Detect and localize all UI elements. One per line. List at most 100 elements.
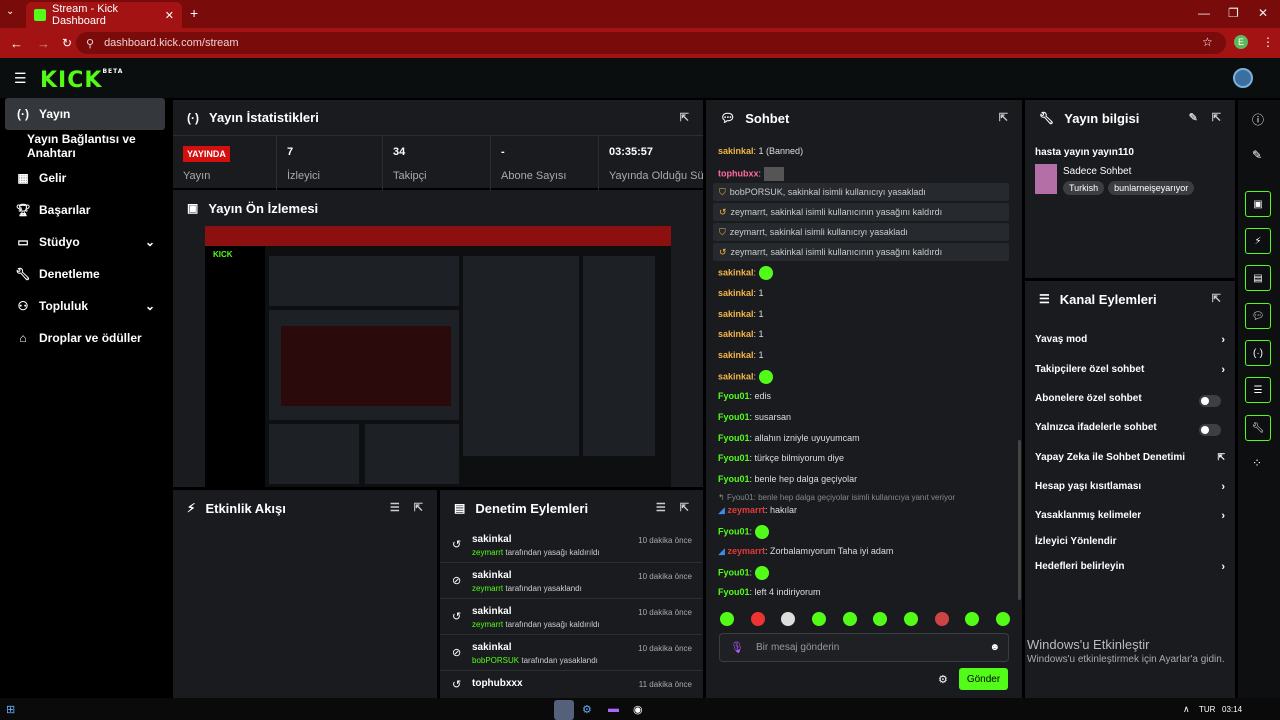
sidebar-item-yayin[interactable]: (·) Yayın <box>5 98 165 130</box>
new-tab-icon[interactable]: + <box>190 5 198 21</box>
user-avatar[interactable] <box>1233 68 1253 88</box>
emote-icon[interactable] <box>720 612 734 626</box>
site-info-icon[interactable]: ⚲ <box>86 37 94 50</box>
rail-lightning-icon[interactable]: ⚡︎ <box>1245 228 1271 254</box>
action-raid[interactable]: İzleyici Yönlendir <box>1035 536 1225 552</box>
url-field[interactable]: ⚲ dashboard.kick.com/stream <box>76 32 1226 54</box>
category-name[interactable]: Sadece Sohbet <box>1063 166 1131 177</box>
live-badge: YAYINDA <box>183 146 230 162</box>
chat-message: sakinkal: 1 <box>718 329 764 339</box>
browser-tab[interactable]: Stream - Kick Dashboard ✕ <box>26 2 182 28</box>
sidebar-item-droplar[interactable]: ⌂ Droplar ve ödüller <box>5 322 165 354</box>
action-slow-mode[interactable]: Yavaş mod › <box>1035 334 1225 350</box>
microphone-icon[interactable]: 🎙︎ <box>730 641 744 654</box>
stream-preview-video[interactable]: KICK <box>205 226 671 487</box>
emote-icon[interactable] <box>781 612 796 626</box>
tag-chip[interactable]: Turkish <box>1063 181 1105 195</box>
emote-icon[interactable] <box>842 612 857 626</box>
rail-broadcast-icon[interactable]: (·) <box>1245 340 1271 366</box>
sidebar-item-denetleme[interactable]: 🔧︎ Denetleme <box>5 258 165 290</box>
popout-icon[interactable]: ⇱ <box>414 501 423 514</box>
popout-icon[interactable]: ⇱ <box>680 111 689 124</box>
action-set-goals[interactable]: Hedefleri belirleyin › <box>1035 561 1225 577</box>
filter-icon[interactable]: ☰ <box>656 501 666 514</box>
rail-wrench-icon[interactable]: 🔧︎ <box>1245 415 1271 441</box>
popout-icon[interactable]: ⇱ <box>1212 292 1221 305</box>
viewer-count: 7 <box>287 146 294 158</box>
rail-screen-icon[interactable]: ▣ <box>1245 191 1271 217</box>
toggle-switch[interactable] <box>1199 395 1221 407</box>
rail-sliders-icon[interactable]: ☰ <box>1245 377 1271 403</box>
action-ai-moderation[interactable]: Yapay Zeka ile Sohbet Denetimi ⇱ <box>1035 452 1225 468</box>
emote-icon[interactable] <box>903 612 918 626</box>
chat-input[interactable]: 🎙︎ Bir mesaj gönderin ☻ <box>719 633 1009 662</box>
audit-row[interactable]: ↺ sakinkal zeymarrt tarafından yasağı kald… <box>440 600 702 635</box>
emote-icon[interactable] <box>965 612 980 626</box>
sidebar-item-gelir[interactable]: ▦ Gelir <box>5 162 165 194</box>
toggle-switch[interactable] <box>1199 424 1221 436</box>
taskbar-obs-icon[interactable]: ◉ <box>633 703 643 716</box>
action-emotes-only[interactable]: Yalnızca ifadelerle sohbet <box>1035 422 1225 438</box>
sidebar-item-topluluk[interactable]: ⚇ Topluluk ⌄ <box>5 290 165 322</box>
tab-search-icon[interactable]: ⌄ <box>6 6 14 17</box>
layout-icon[interactable]: ⁘ <box>1252 456 1262 470</box>
forward-icon[interactable]: → <box>37 36 50 51</box>
rail-document-icon[interactable]: ▤ <box>1245 265 1271 291</box>
emote-icon[interactable] <box>750 612 765 626</box>
edit-pencil-icon[interactable]: ✎ <box>1189 111 1198 124</box>
chevron-right-icon: › <box>1221 510 1225 522</box>
audit-row[interactable]: ↺ sakinkal zeymarrt tarafından yasağı kald… <box>440 528 702 563</box>
emote-icon[interactable] <box>873 612 888 626</box>
emote-icon[interactable] <box>934 612 949 626</box>
chat-scrollbar[interactable] <box>1018 440 1021 600</box>
edit-pencil-icon[interactable]: ✎ <box>1252 148 1262 162</box>
kick-logo[interactable]: KICKBETA <box>40 68 123 93</box>
rail-chat-icon[interactable]: 💬︎ <box>1245 303 1271 329</box>
emoji-icon[interactable]: ☻ <box>989 642 1000 653</box>
audit-row[interactable]: ↺ tophubxxx 11 dakika önce <box>440 672 702 696</box>
popout-icon[interactable]: ⇱ <box>999 111 1008 124</box>
audit-row[interactable]: ⊘ sakinkal zeymarrt tarafından yasaklandı 1… <box>440 564 702 599</box>
close-tab-icon[interactable]: ✕ <box>165 9 174 22</box>
emote-icon[interactable] <box>995 612 1010 626</box>
popout-icon[interactable]: ⇱ <box>1212 111 1221 124</box>
close-window-icon[interactable]: ✕ <box>1258 6 1268 20</box>
audit-title: Denetim Eylemleri <box>475 500 589 516</box>
mod-notice: ⛉ zeymarrt, sakinkal isimli kullanıcıyı y… <box>713 223 1009 241</box>
taskbar-twitch-icon[interactable]: ▬ <box>608 703 619 715</box>
filter-icon[interactable]: ☰ <box>390 501 400 514</box>
reload-icon[interactable]: ↻ <box>62 36 72 50</box>
sidebar-item-stream-key[interactable]: Yayın Bağlantısı ve Anahtarı <box>5 130 165 162</box>
sidebar-item-basarilar[interactable]: 🏆︎ Başarılar <box>5 194 165 226</box>
taskbar-browser-icon[interactable] <box>554 700 574 720</box>
chevron-right-icon: › <box>1221 561 1225 573</box>
restore-icon[interactable]: ❐ <box>1228 6 1239 20</box>
document-icon: ▤ <box>454 501 466 515</box>
language-indicator[interactable]: TUR <box>1199 705 1215 714</box>
tray-chevron-up-icon[interactable]: ∧ <box>1183 704 1190 715</box>
send-button[interactable]: Gönder <box>959 668 1008 690</box>
taskbar-steam-icon[interactable]: ⚙ <box>582 703 592 716</box>
action-followers-only[interactable]: Takipçilere özel sohbet › <box>1035 364 1225 380</box>
sidebar-item-studyo[interactable]: ▭ Stüdyo ⌄ <box>5 226 165 258</box>
bookmark-star-icon[interactable]: ☆ <box>1202 35 1213 49</box>
profile-avatar[interactable]: E <box>1234 35 1248 49</box>
clock[interactable]: 03:14 <box>1222 705 1242 714</box>
community-icon: ⚇ <box>17 299 29 313</box>
popout-icon[interactable]: ⇱ <box>680 501 689 514</box>
chevron-down-icon: ⌄ <box>144 299 155 313</box>
windows-start-icon[interactable]: ⊞ <box>6 703 15 716</box>
info-icon[interactable]: ⓘ <box>1252 111 1264 128</box>
audit-row[interactable]: ⊘ sakinkal bobPORSUK tarafından yasaklandı… <box>440 636 702 671</box>
hamburger-menu-icon[interactable]: ☰ <box>14 70 27 87</box>
action-subscribers-only[interactable]: Abonelere özel sohbet <box>1035 393 1225 409</box>
browser-menu-icon[interactable]: ⋮ <box>1262 35 1274 49</box>
tag-chip[interactable]: bunlarneişeyarıyor <box>1108 181 1195 195</box>
chat-settings-gear-icon[interactable]: ⚙ <box>938 673 948 686</box>
minimize-icon[interactable]: — <box>1198 6 1210 20</box>
action-account-age[interactable]: Hesap yaşı kısıtlaması › <box>1035 481 1225 497</box>
action-banned-words[interactable]: Yasaklanmış kelimeler › <box>1035 510 1225 526</box>
emote-icon[interactable] <box>811 612 826 626</box>
back-icon[interactable]: ← <box>10 36 23 51</box>
mod-notice: ↺ zeymarrt, sakinkal isimli kullanıcının … <box>713 203 1009 221</box>
